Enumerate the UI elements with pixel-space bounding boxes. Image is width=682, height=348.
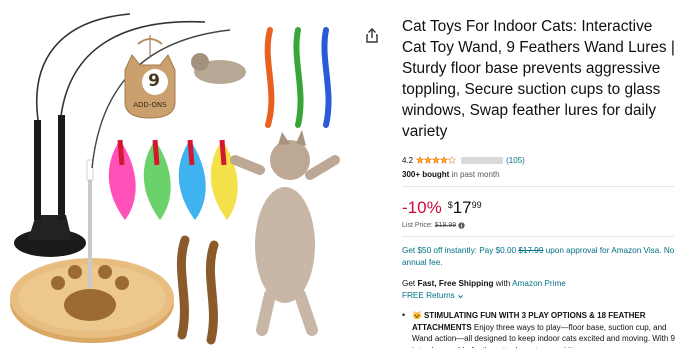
list-price-row: List Price: $19.99	[402, 222, 680, 229]
delivery-prefix: Get	[402, 279, 418, 288]
product-details: Cat Toys For Indoor Cats: Interactive Ca…	[402, 0, 680, 348]
price-whole: 17	[452, 198, 472, 217]
delivery-bold: Fast, Free Shipping	[417, 279, 494, 288]
free-returns-link[interactable]: FREE Returns	[402, 290, 680, 302]
promo-strike-price: $17.99	[518, 246, 544, 255]
addons-badge-text: ADD-ONS	[133, 101, 167, 109]
bought-count: 300+ bought	[402, 170, 450, 179]
price-fraction: 99	[471, 200, 482, 210]
delivery-middle: with	[493, 279, 513, 288]
rating-value: 4.2	[402, 155, 414, 165]
star-rating[interactable]	[416, 156, 457, 164]
bullet-dot: •	[402, 310, 406, 320]
rating-row: 4.2 (105)	[402, 154, 680, 166]
list-price-value: $19.99	[434, 222, 457, 229]
share-icon	[366, 28, 378, 43]
cat-emoji-icon: 🐱	[412, 311, 422, 320]
product-title: Cat Toys For Indoor Cats: Interactive Ca…	[402, 18, 675, 140]
discount-percent: -10%	[402, 198, 442, 217]
chevron-down-icon	[457, 294, 463, 298]
addons-badge-number: 9	[148, 71, 160, 91]
delivery-info: Get Fast, Free Shipping with Amazon Prim…	[402, 278, 680, 290]
bullet-body: 🐱 STIMULATING FUN WITH 3 PLAY OPTIONS & 1…	[412, 310, 680, 348]
bought-suffix: in past month	[449, 170, 500, 179]
promo-text-before: Get $50 off instantly: Pay $0.00	[402, 246, 519, 255]
product-image[interactable]: 9 ADD-ONS	[0, 0, 360, 348]
price-row: -10% $ 17 99	[402, 198, 680, 220]
list-price-label: List Price:	[402, 222, 433, 229]
credit-card-promo[interactable]: Get $50 off instantly: Pay $0.00 $17.99 …	[402, 245, 680, 269]
share-button[interactable]	[362, 26, 382, 46]
star-icon	[416, 156, 425, 164]
info-icon[interactable]	[458, 222, 465, 229]
divider	[402, 186, 674, 187]
feature-bullet: • 🐱 STIMULATING FUN WITH 3 PLAY OPTIONS &…	[402, 310, 680, 348]
star-icon	[440, 156, 449, 164]
star-icon	[424, 156, 433, 164]
star-icon	[432, 156, 441, 164]
amazon-prime-link[interactable]: Amazon Prime	[512, 279, 566, 288]
feature-bullets: • 🐱 STIMULATING FUN WITH 3 PLAY OPTIONS &…	[402, 310, 680, 348]
addons-badge: 9 ADD-ONS	[125, 70, 175, 116]
divider	[402, 236, 674, 237]
rating-count-link[interactable]: (105)	[506, 156, 525, 165]
bought-in-past-month: 300+ bought in past month	[402, 170, 680, 179]
rating-redacted	[461, 156, 504, 164]
star-icon	[448, 156, 457, 164]
product-photo	[10, 13, 340, 345]
free-returns-label: FREE Returns	[402, 291, 455, 300]
